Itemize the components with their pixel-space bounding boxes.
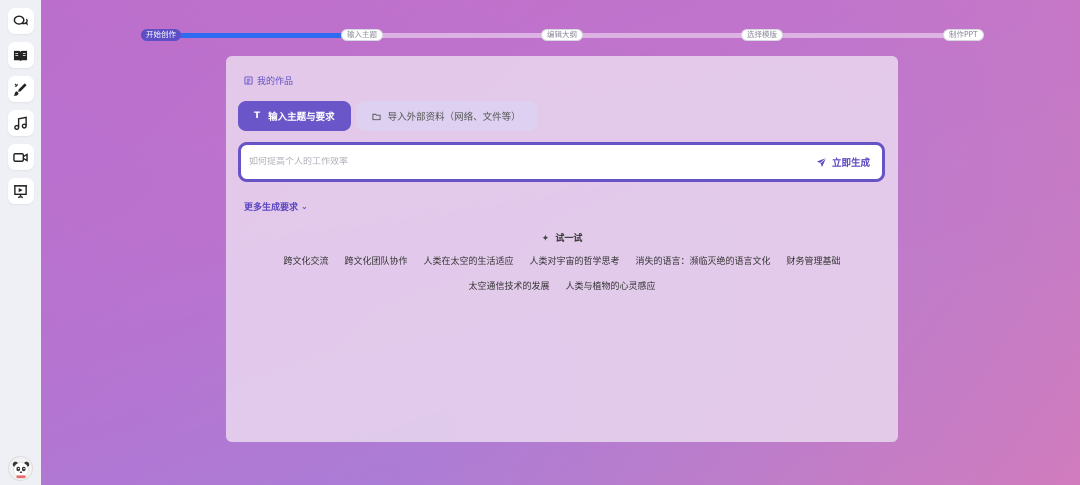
- tab-input-topic-label: 输入主题与要求: [268, 112, 335, 123]
- presentation-icon: [13, 184, 28, 198]
- tab-input-topic[interactable]: T 输入主题与要求: [238, 101, 351, 131]
- progress-steps: 开始创作 输入主题 编辑大纲 选择模版 制作PPT: [141, 29, 984, 41]
- suggestion-row-2: 太空通信技术的发展 人类与植物的心灵感应: [226, 279, 898, 292]
- step-input-topic[interactable]: 输入主题: [341, 29, 383, 41]
- music-icon: [14, 116, 27, 130]
- suggestion-item[interactable]: 跨文化团队协作: [344, 254, 407, 267]
- step-make-ppt[interactable]: 制作PPT: [943, 29, 984, 41]
- generate-label: 立即生成: [831, 158, 870, 169]
- create-card: 我的作品 T 输入主题与要求 导入外部资料（网络、文件等） 立即生成 更多生成要…: [226, 56, 898, 442]
- sidebar-item-video[interactable]: [7, 144, 34, 170]
- tab-import-external-label: 导入外部资料（网络、文件等）: [387, 112, 521, 123]
- document-icon: [244, 76, 253, 85]
- my-works-label: 我的作品: [257, 77, 294, 87]
- book-icon: [13, 50, 28, 61]
- sidebar-item-book[interactable]: [7, 42, 34, 68]
- step-start[interactable]: 开始创作: [141, 29, 181, 41]
- text-icon: T: [254, 111, 261, 121]
- input-mode-tabs: T 输入主题与要求 导入外部资料（网络、文件等）: [238, 101, 542, 131]
- generate-button[interactable]: 立即生成: [816, 155, 870, 169]
- step-edit-outline[interactable]: 编辑大纲: [541, 29, 583, 41]
- sidebar-item-presentation[interactable]: [7, 178, 34, 204]
- folder-icon: [372, 113, 381, 120]
- suggestion-item[interactable]: 人类在太空的生活适应: [423, 254, 513, 267]
- sidebar-item-music[interactable]: [7, 110, 34, 136]
- try-label: 试一试: [555, 234, 583, 244]
- chat-icon: [13, 14, 28, 26]
- my-works-link[interactable]: 我的作品: [244, 74, 293, 87]
- more-requirements-label: 更多生成要求: [244, 203, 299, 213]
- suggestion-item[interactable]: 财务管理基础: [787, 254, 841, 267]
- tab-import-external[interactable]: 导入外部资料（网络、文件等）: [355, 101, 537, 131]
- try-heading: ✦ 试一试: [226, 231, 898, 244]
- sidebar-item-chat[interactable]: [7, 8, 34, 34]
- pen-brush-icon: [13, 82, 27, 96]
- chevron-down-icon: ⌄: [301, 202, 308, 211]
- user-avatar[interactable]: [8, 456, 33, 481]
- suggestion-item[interactable]: 跨文化交流: [283, 254, 328, 267]
- step-choose-template[interactable]: 选择模版: [741, 29, 783, 41]
- suggestion-item[interactable]: 消失的语言：濒临灭绝的语言文化: [636, 254, 771, 267]
- suggestion-item[interactable]: 太空通信技术的发展: [468, 279, 549, 292]
- suggestion-item[interactable]: 人类与植物的心灵感应: [566, 279, 656, 292]
- suggestion-item[interactable]: 人类对宇宙的哲学思考: [530, 254, 620, 267]
- send-icon: [816, 157, 827, 167]
- sidebar-item-paint[interactable]: [7, 76, 34, 102]
- panda-avatar-icon: [12, 461, 29, 478]
- sparkle-icon: ✦: [541, 234, 550, 244]
- suggestion-row-1: 跨文化交流 跨文化团队协作 人类在太空的生活适应 人类对宇宙的哲学思考 消失的语…: [226, 254, 898, 267]
- more-requirements-toggle[interactable]: 更多生成要求 ⌄: [244, 200, 308, 213]
- topic-input[interactable]: [249, 157, 816, 167]
- topic-input-box: 立即生成: [238, 142, 885, 182]
- sidebar: [0, 0, 41, 485]
- video-icon: [13, 152, 28, 162]
